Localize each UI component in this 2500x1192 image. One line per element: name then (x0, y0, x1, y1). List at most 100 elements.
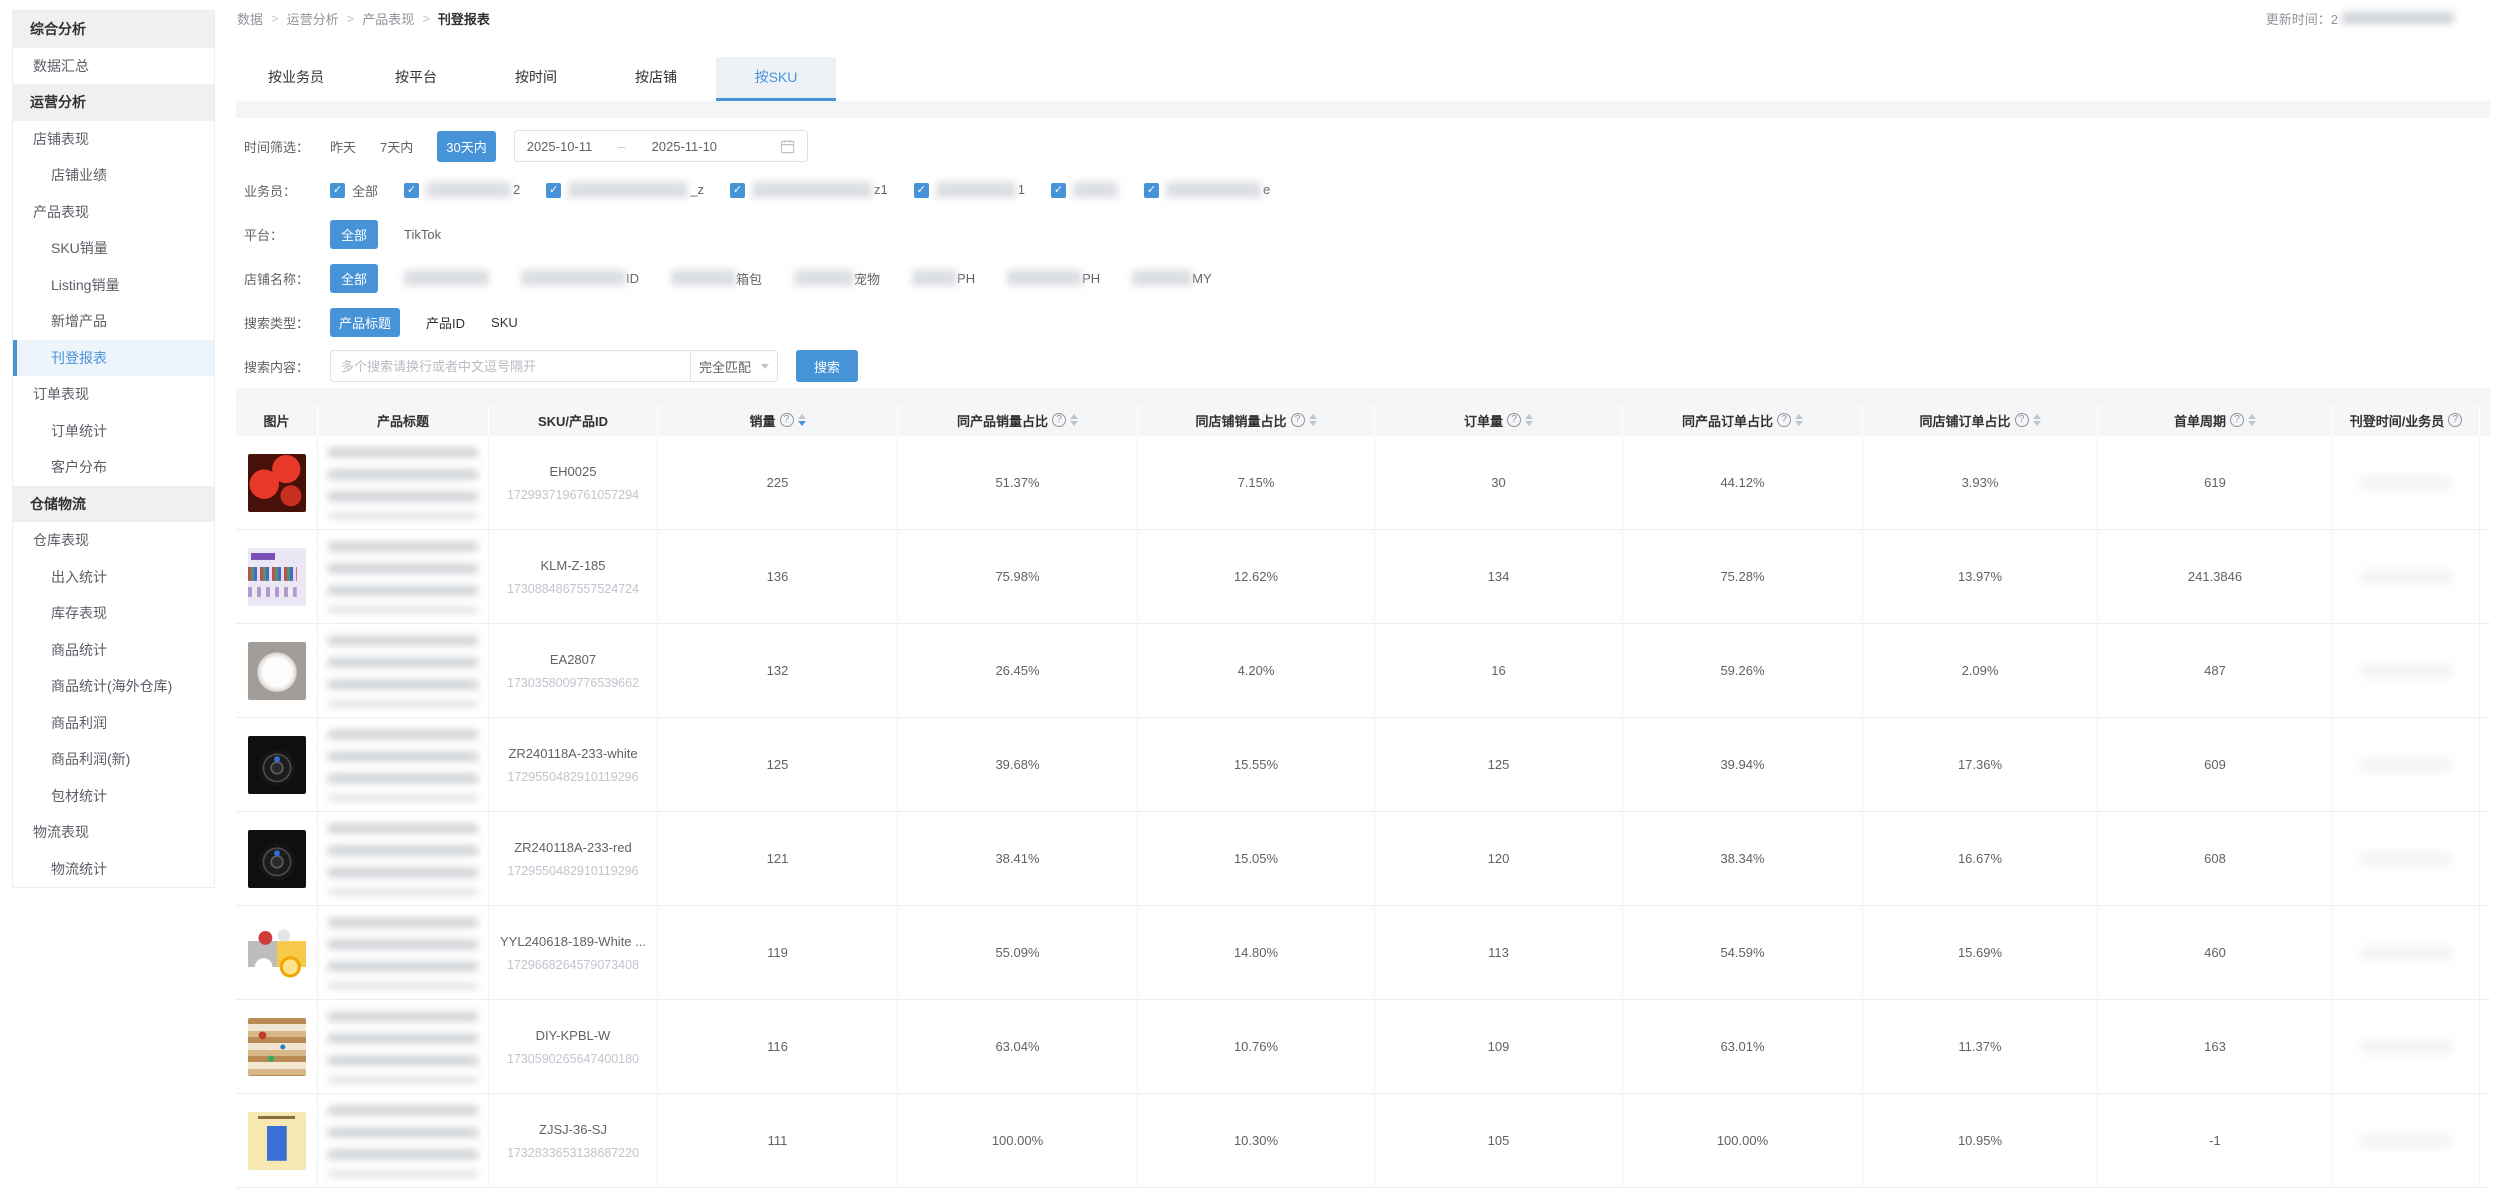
sidebar-item-11[interactable]: 订单统计 (13, 413, 214, 450)
sort-asc-icon[interactable] (798, 414, 806, 419)
sidebar-item-14[interactable]: 仓库表现 (13, 522, 214, 559)
help-icon[interactable]: ? (1777, 413, 1791, 427)
sidebar-item-7[interactable]: Listing销量 (13, 267, 214, 304)
sidebar-item-17[interactable]: 商品统计 (13, 632, 214, 669)
sidebar-item-5[interactable]: 产品表现 (13, 194, 214, 231)
sort-desc-icon[interactable] (1525, 421, 1533, 426)
sort-desc-icon[interactable] (798, 421, 806, 426)
help-icon[interactable]: ? (1291, 413, 1305, 427)
sidebar-item-22[interactable]: 物流表现 (13, 814, 214, 851)
breadcrumb-link[interactable]: 运营分析 (287, 9, 339, 28)
sort-icon[interactable] (798, 414, 806, 426)
column-header-9[interactable]: 首单周期? (2098, 404, 2333, 436)
calendar-icon[interactable] (780, 139, 795, 154)
sort-asc-icon[interactable] (2248, 414, 2256, 419)
checkbox-checked-icon[interactable]: ✓ (546, 183, 561, 198)
time-option-2[interactable]: 30天内 (437, 131, 495, 162)
shop-all-button[interactable]: 全部 (330, 264, 378, 293)
search-type-option-2[interactable]: SKU (491, 315, 518, 330)
sort-desc-icon[interactable] (1070, 421, 1078, 426)
checkbox-checked-icon[interactable]: ✓ (914, 183, 929, 198)
time-option-1[interactable]: 7天内 (380, 137, 413, 156)
sidebar-item-12[interactable]: 客户分布 (13, 449, 214, 486)
tab-1[interactable]: 按平台 (356, 57, 476, 101)
shop-option-3[interactable]: 宠物 (794, 269, 880, 288)
product-image-bulbs[interactable] (248, 924, 306, 982)
sort-icon[interactable] (1309, 414, 1317, 426)
date-range-picker[interactable]: 2025-10-11 – 2025-11-10 (514, 130, 808, 162)
salesman-checkbox-5[interactable]: ✓e (1144, 182, 1270, 199)
sort-asc-icon[interactable] (1070, 414, 1078, 419)
help-icon[interactable]: ? (780, 413, 794, 427)
sort-asc-icon[interactable] (1795, 414, 1803, 419)
product-title-blurred[interactable] (328, 1012, 478, 1082)
salesman-checkbox-all[interactable]: ✓全部 (330, 181, 378, 200)
sidebar-item-1[interactable]: 数据汇总 (13, 48, 214, 85)
product-title-blurred[interactable] (328, 448, 478, 518)
salesman-checkbox-3[interactable]: ✓1 (914, 182, 1025, 199)
salesman-checkbox-4[interactable]: ✓ (1051, 182, 1118, 199)
column-header-8[interactable]: 同店铺订单占比? (1863, 404, 2098, 436)
help-icon[interactable]: ? (2230, 413, 2244, 427)
sidebar-item-20[interactable]: 商品利润(新) (13, 741, 214, 778)
sort-icon[interactable] (1070, 414, 1078, 426)
product-image-lanterns[interactable] (248, 454, 306, 512)
sidebar-item-3[interactable]: 店铺表现 (13, 121, 214, 158)
search-type-option-0[interactable]: 产品标题 (330, 308, 400, 337)
sort-asc-icon[interactable] (2033, 414, 2041, 419)
sort-desc-icon[interactable] (1795, 421, 1803, 426)
search-input[interactable] (330, 350, 690, 382)
date-end[interactable]: 2025-11-10 (652, 139, 718, 154)
product-title-blurred[interactable] (328, 824, 478, 894)
sidebar-item-8[interactable]: 新增产品 (13, 303, 214, 340)
product-image-wheel[interactable] (248, 736, 306, 794)
sort-icon[interactable] (2033, 414, 2041, 426)
search-button[interactable]: 搜索 (796, 350, 858, 382)
breadcrumb-link[interactable]: 产品表现 (362, 9, 414, 28)
shop-option-2[interactable]: 箱包 (671, 269, 762, 288)
sidebar-item-18[interactable]: 商品统计(海外仓库) (13, 668, 214, 705)
sidebar-item-15[interactable]: 出入统计 (13, 559, 214, 596)
tab-0[interactable]: 按业务员 (236, 57, 356, 101)
sort-desc-icon[interactable] (2033, 421, 2041, 426)
help-icon[interactable]: ? (1052, 413, 1066, 427)
product-title-blurred[interactable] (328, 636, 478, 706)
checkbox-checked-icon[interactable]: ✓ (730, 183, 745, 198)
salesman-checkbox-2[interactable]: ✓z1 (730, 182, 888, 199)
help-icon[interactable]: ? (2015, 413, 2029, 427)
column-header-4[interactable]: 同产品销量占比? (898, 404, 1138, 436)
search-type-option-1[interactable]: 产品ID (426, 313, 465, 332)
checkbox-checked-icon[interactable]: ✓ (330, 183, 345, 198)
product-image-dollhouse[interactable] (248, 1018, 306, 1076)
sidebar-item-9[interactable]: 刊登报表 (13, 340, 214, 377)
sidebar-item-21[interactable]: 包材统计 (13, 778, 214, 815)
product-image-chart[interactable] (248, 548, 306, 606)
platform-option-tiktok[interactable]: TikTok (404, 227, 441, 242)
tab-3[interactable]: 按店铺 (596, 57, 716, 101)
sort-icon[interactable] (1525, 414, 1533, 426)
tab-4[interactable]: 按SKU (716, 57, 836, 101)
time-option-0[interactable]: 昨天 (330, 137, 356, 156)
shop-option-4[interactable]: PH (912, 270, 975, 286)
product-title-blurred[interactable] (328, 542, 478, 612)
sort-icon[interactable] (2248, 414, 2256, 426)
sidebar-item-19[interactable]: 商品利润 (13, 705, 214, 742)
shop-option-0[interactable] (404, 270, 489, 286)
sort-icon[interactable] (1795, 414, 1803, 426)
sidebar-item-23[interactable]: 物流统计 (13, 851, 214, 888)
sidebar-item-6[interactable]: SKU销量 (13, 230, 214, 267)
sort-desc-icon[interactable] (1309, 421, 1317, 426)
match-mode-select[interactable]: 完全匹配 (690, 350, 778, 382)
breadcrumb-link[interactable]: 数据 (237, 9, 263, 28)
column-header-6[interactable]: 订单量? (1375, 404, 1623, 436)
checkbox-checked-icon[interactable]: ✓ (404, 183, 419, 198)
product-title-blurred[interactable] (328, 918, 478, 988)
column-header-5[interactable]: 同店铺销量占比? (1138, 404, 1375, 436)
sort-asc-icon[interactable] (1525, 414, 1533, 419)
column-header-7[interactable]: 同产品订单占比? (1623, 404, 1863, 436)
sidebar-item-4[interactable]: 店铺业绩 (13, 157, 214, 194)
shop-option-5[interactable]: PH (1007, 270, 1100, 286)
shop-option-6[interactable]: MY (1132, 270, 1212, 286)
tab-2[interactable]: 按时间 (476, 57, 596, 101)
product-image-wheel[interactable] (248, 830, 306, 888)
